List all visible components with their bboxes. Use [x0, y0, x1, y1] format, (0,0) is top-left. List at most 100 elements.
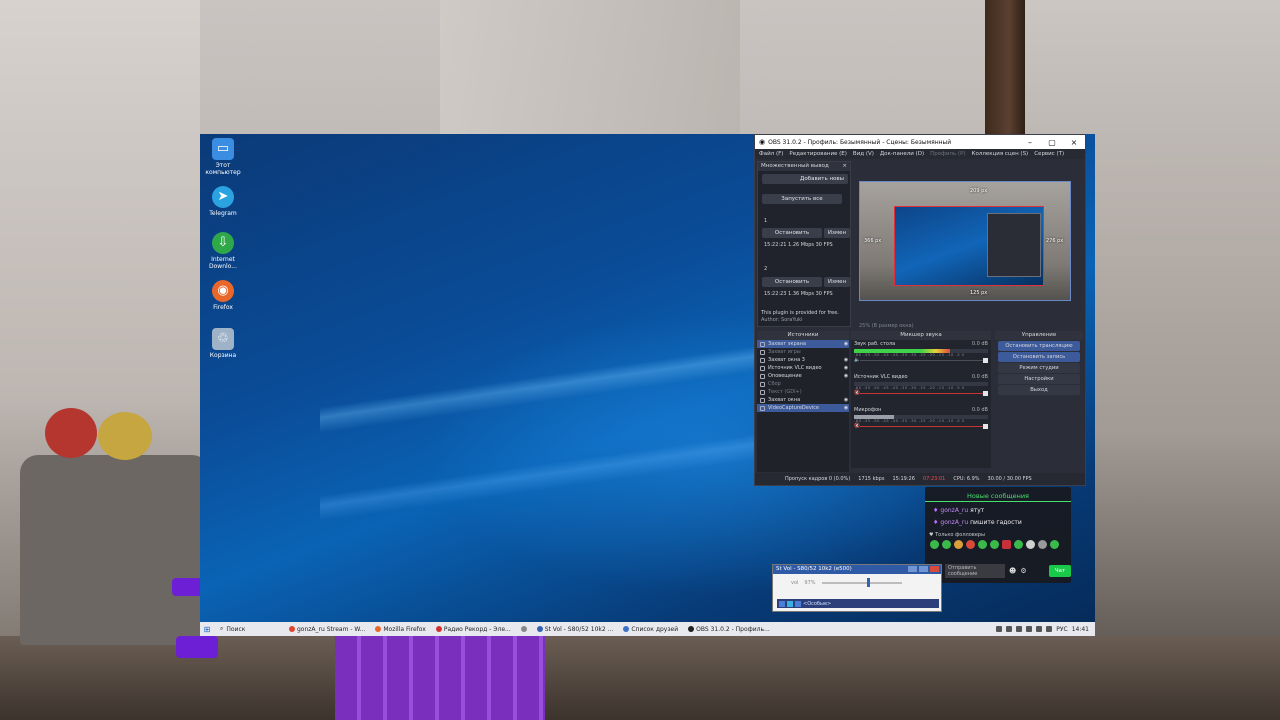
settings-button[interactable]: Настройки [998, 374, 1080, 384]
tray-icon[interactable] [1016, 626, 1023, 632]
tray-icon[interactable] [1036, 626, 1043, 632]
source-item[interactable]: VideoCaptureDevice ◉ [757, 404, 849, 412]
edit-output-button[interactable]: Измен [824, 228, 850, 238]
windows-start-icon[interactable]: ⊞ [200, 625, 214, 634]
source-item[interactable]: Захват игры [757, 348, 849, 356]
eye-icon[interactable]: ◉ [843, 357, 849, 363]
fader-knob[interactable] [983, 358, 988, 363]
source-item[interactable]: Сбор [757, 380, 849, 388]
volume-fader[interactable]: 🔈 [854, 357, 988, 363]
emoji-icon[interactable]: ☻ [1009, 567, 1016, 575]
eye-icon[interactable]: ◉ [843, 397, 849, 403]
eye-icon[interactable]: ◉ [843, 405, 849, 411]
chat-message-input[interactable]: Отправить сообщение [945, 564, 1005, 578]
gear-icon[interactable]: ⚙ [1020, 567, 1026, 575]
chat-username[interactable]: gonzA_ru [940, 507, 968, 514]
stop-streaming-button[interactable]: Остановить трансляцию [998, 341, 1080, 351]
emote-icon[interactable] [1026, 540, 1035, 549]
preset-icon[interactable] [787, 600, 793, 607]
close-icon[interactable]: × [1063, 138, 1085, 147]
language-indicator[interactable]: РУС [1056, 626, 1067, 633]
menu-view[interactable]: Вид (V) [853, 151, 874, 157]
menu-file[interactable]: Файл (F) [759, 151, 783, 157]
tray-icon[interactable] [1046, 626, 1053, 632]
chat-send-button[interactable]: Чат [1049, 565, 1071, 577]
volume-fader[interactable]: 🔇 [854, 390, 988, 396]
stop-output-button[interactable]: Остановить [762, 228, 822, 238]
preset-icon[interactable] [779, 600, 785, 607]
tray-icon[interactable] [1026, 626, 1033, 632]
close-icon[interactable] [930, 566, 939, 572]
taskbar-item[interactable]: St Vol - S80/52 10k2 ... [532, 626, 619, 633]
start-all-button[interactable]: Запустить все [762, 194, 842, 204]
obs-preview[interactable]: 209 px 366 px 276 px 125 px [859, 181, 1071, 301]
emote-icon[interactable] [1002, 540, 1011, 549]
edit-output-button[interactable]: Измен [824, 277, 850, 287]
source-item[interactable]: Захват окна 3 ◉ [757, 356, 849, 364]
emote-icon[interactable] [942, 540, 951, 549]
source-label: Текст (GDI+) [768, 389, 802, 395]
volume-slider-thumb[interactable] [867, 578, 871, 587]
volume-label: vol [791, 580, 799, 586]
exit-button[interactable]: Выход [998, 385, 1080, 395]
desktop-icon-recycle-bin[interactable]: ♲ Корзина [204, 328, 242, 359]
fader-knob[interactable] [983, 391, 988, 396]
desktop-icon-telegram[interactable]: ➤ Telegram [204, 186, 242, 217]
close-icon[interactable]: × [842, 162, 850, 171]
clock[interactable]: 14:41 [1072, 626, 1089, 633]
emote-icon[interactable] [954, 540, 963, 549]
taskbar: ⊞ ⌕ Поиск gonzA_ru Stream - W... Mozilla… [200, 622, 1095, 636]
stop-recording-button[interactable]: Остановить запись [998, 352, 1080, 362]
dropped-frames: Пропуск кадров 0 (0.0%) [785, 476, 851, 482]
volume-fader[interactable]: 🔇 [854, 423, 988, 429]
stop-output-button[interactable]: Остановить [762, 277, 822, 287]
eye-icon[interactable]: ◉ [843, 341, 849, 347]
menu-docks[interactable]: Док-панели (D) [880, 151, 924, 157]
taskbar-search[interactable]: ⌕ Поиск [214, 625, 284, 633]
add-output-button[interactable]: Добавить новы [762, 174, 848, 184]
chat-username[interactable]: gonzA_ru [940, 519, 968, 526]
tray-icon[interactable] [1006, 626, 1013, 632]
maximize-icon[interactable] [919, 566, 928, 572]
taskbar-item[interactable]: gonzA_ru Stream - W... [284, 626, 370, 633]
eye-icon[interactable]: ◉ [843, 373, 849, 379]
preset-icon[interactable] [795, 600, 801, 607]
menu-scene-collection[interactable]: Коллекция сцен (S) [972, 151, 1029, 157]
minimize-icon[interactable] [908, 566, 917, 572]
emote-icon[interactable] [1050, 540, 1059, 549]
fader-knob[interactable] [983, 424, 988, 429]
emote-icon[interactable] [1014, 540, 1023, 549]
maximize-icon[interactable]: ▢ [1041, 138, 1063, 147]
source-item[interactable]: Захват окна ◉ [757, 396, 849, 404]
studio-mode-button[interactable]: Режим студии [998, 363, 1080, 373]
source-item[interactable]: Текст (GDI+) [757, 388, 849, 396]
taskbar-item[interactable]: OBS 31.0.2 - Профиль... [683, 626, 775, 633]
taskbar-item[interactable]: Список друзей [618, 626, 683, 633]
emote-icon[interactable] [990, 540, 999, 549]
menu-profile[interactable]: Профиль (P) [930, 151, 965, 157]
eye-icon[interactable]: ◉ [843, 365, 849, 371]
emote-icon[interactable] [966, 540, 975, 549]
menu-tools[interactable]: Сервис (T) [1034, 151, 1064, 157]
preview-selected-source[interactable] [894, 206, 1044, 286]
source-label: Источник VLC видео [768, 365, 822, 371]
output-stats: 15:22:21 1.26 Mbps 30 FPS [764, 242, 833, 248]
preset-name[interactable]: <Особые> [803, 601, 831, 607]
emote-bar [925, 540, 1071, 549]
desktop-icon-internet-download[interactable]: ⇩ Internet Downlo... [204, 232, 242, 270]
taskbar-item[interactable]: Mozilla Firefox [370, 626, 430, 633]
taskbar-item[interactable] [516, 626, 532, 632]
desktop-icon-computer[interactable]: ▭ Этот компьютер [204, 138, 242, 176]
source-item[interactable]: Источник VLC видео ◉ [757, 364, 849, 372]
minimize-icon[interactable]: – [1019, 138, 1041, 147]
taskbar-item[interactable]: Радио Рекорд - Эле... [431, 626, 516, 633]
emote-icon[interactable] [930, 540, 939, 549]
tray-icon[interactable] [996, 626, 1003, 632]
menu-edit[interactable]: Редактирование (E) [789, 151, 847, 157]
emote-icon[interactable] [978, 540, 987, 549]
source-item[interactable]: Оповещение ◉ [757, 372, 849, 380]
volume-slider[interactable] [821, 578, 902, 587]
emote-icon[interactable] [1038, 540, 1047, 549]
desktop-icon-firefox[interactable]: ◉ Firefox [204, 280, 242, 311]
source-item[interactable]: Захват экрана ◉ [757, 340, 849, 348]
